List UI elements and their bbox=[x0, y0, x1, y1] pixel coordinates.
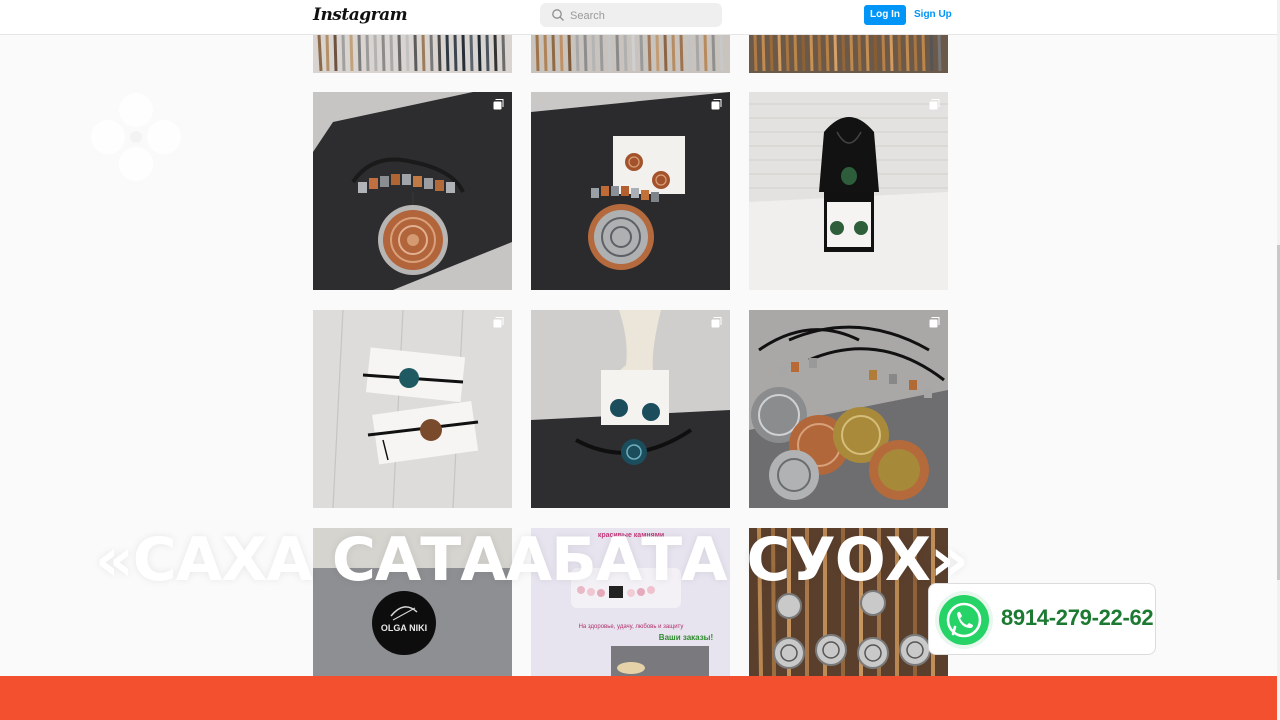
post-tile[interactable] bbox=[313, 92, 512, 290]
bottom-bar bbox=[0, 676, 1280, 720]
carousel-icon bbox=[711, 317, 722, 328]
instagram-logo[interactable]: Instagram bbox=[313, 5, 408, 25]
carousel-icon bbox=[711, 99, 722, 110]
carousel-icon bbox=[929, 99, 940, 110]
overlay-title: «САХА САТААБАТА СУОХ» bbox=[95, 525, 969, 595]
signup-link[interactable]: Sign Up bbox=[914, 5, 952, 25]
tile-caption-mid: На здоровье, удачу, любовь и защиту bbox=[579, 624, 684, 630]
login-button[interactable]: Log In bbox=[864, 5, 906, 25]
phone-number: 8914-279-22-62 bbox=[1001, 605, 1154, 630]
post-tile[interactable] bbox=[531, 35, 730, 73]
whatsapp-contact[interactable]: 8914-279-22-62 bbox=[928, 583, 1156, 655]
carousel-icon bbox=[493, 317, 504, 328]
post-tile[interactable] bbox=[531, 92, 730, 290]
tile-caption-bottom: Ваши заказы! bbox=[659, 633, 713, 642]
post-tile[interactable] bbox=[749, 310, 948, 508]
olga-niki-badge-text: OLGA NIKI bbox=[381, 623, 427, 633]
top-nav-bar: Instagram Log In Sign Up bbox=[0, 0, 1280, 35]
whatsapp-icon bbox=[935, 591, 993, 649]
post-tile[interactable] bbox=[313, 310, 512, 508]
post-tile[interactable] bbox=[749, 92, 948, 290]
search-icon bbox=[552, 9, 564, 21]
carousel-icon bbox=[493, 99, 504, 110]
carousel-icon bbox=[929, 317, 940, 328]
search-box[interactable] bbox=[540, 3, 722, 27]
search-input[interactable] bbox=[568, 6, 720, 26]
decorative-diamond-icon bbox=[91, 93, 181, 181]
post-tile[interactable] bbox=[531, 310, 730, 508]
post-tile[interactable] bbox=[749, 35, 948, 73]
post-tile[interactable] bbox=[313, 35, 512, 73]
